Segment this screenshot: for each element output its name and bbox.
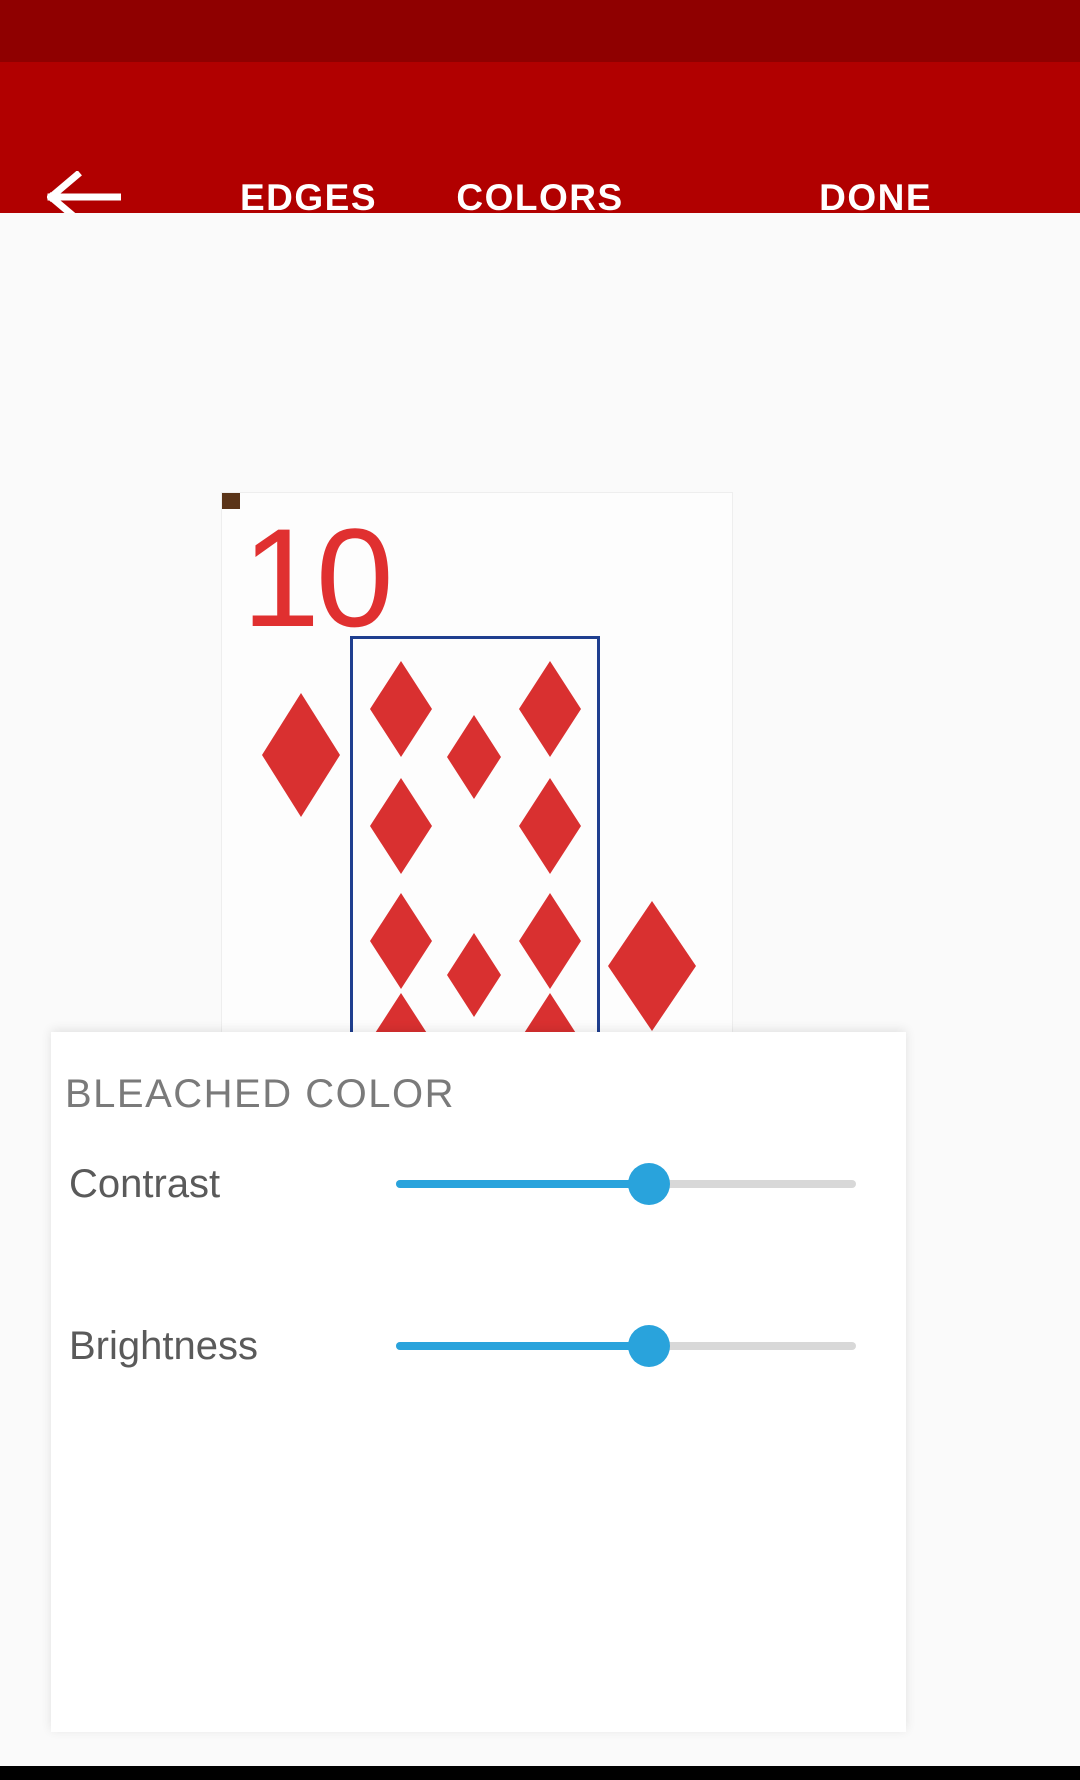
- contrast-slider-row: Contrast: [51, 1154, 906, 1214]
- contrast-track-fill: [396, 1180, 649, 1188]
- color-adjustment-panel: BLEACHED COLOR Contrast Brightness: [51, 1032, 906, 1732]
- app-bar: EDGES COLORS DONE: [0, 62, 1080, 257]
- brightness-slider-row: Brightness: [51, 1316, 906, 1376]
- options-toolbar: SNAP TO SIZE: [0, 213, 1080, 543]
- brightness-slider[interactable]: [396, 1325, 856, 1367]
- suit-diamond: [608, 901, 696, 1031]
- brightness-track-fill: [396, 1342, 649, 1350]
- screen-root: EDGES COLORS DONE SNAP TO SIZE: [0, 0, 1080, 1780]
- brightness-label: Brightness: [69, 1323, 258, 1368]
- suit-diamond: [262, 693, 340, 817]
- scanned-document-image[interactable]: 10: [222, 493, 732, 1040]
- card-rank-label: 10: [242, 499, 394, 656]
- crop-edge-overlay[interactable]: [350, 636, 600, 1040]
- panel-title: BLEACHED COLOR: [65, 1072, 455, 1116]
- image-preview-area[interactable]: 10: [0, 346, 1080, 1040]
- system-navigation-bar: [0, 1766, 1080, 1780]
- status-bar: [0, 0, 1080, 62]
- contrast-slider[interactable]: [396, 1163, 856, 1205]
- card-corner-shadow: [222, 493, 240, 509]
- contrast-label: Contrast: [69, 1161, 221, 1206]
- brightness-slider-thumb[interactable]: [628, 1325, 670, 1367]
- contrast-slider-thumb[interactable]: [628, 1163, 670, 1205]
